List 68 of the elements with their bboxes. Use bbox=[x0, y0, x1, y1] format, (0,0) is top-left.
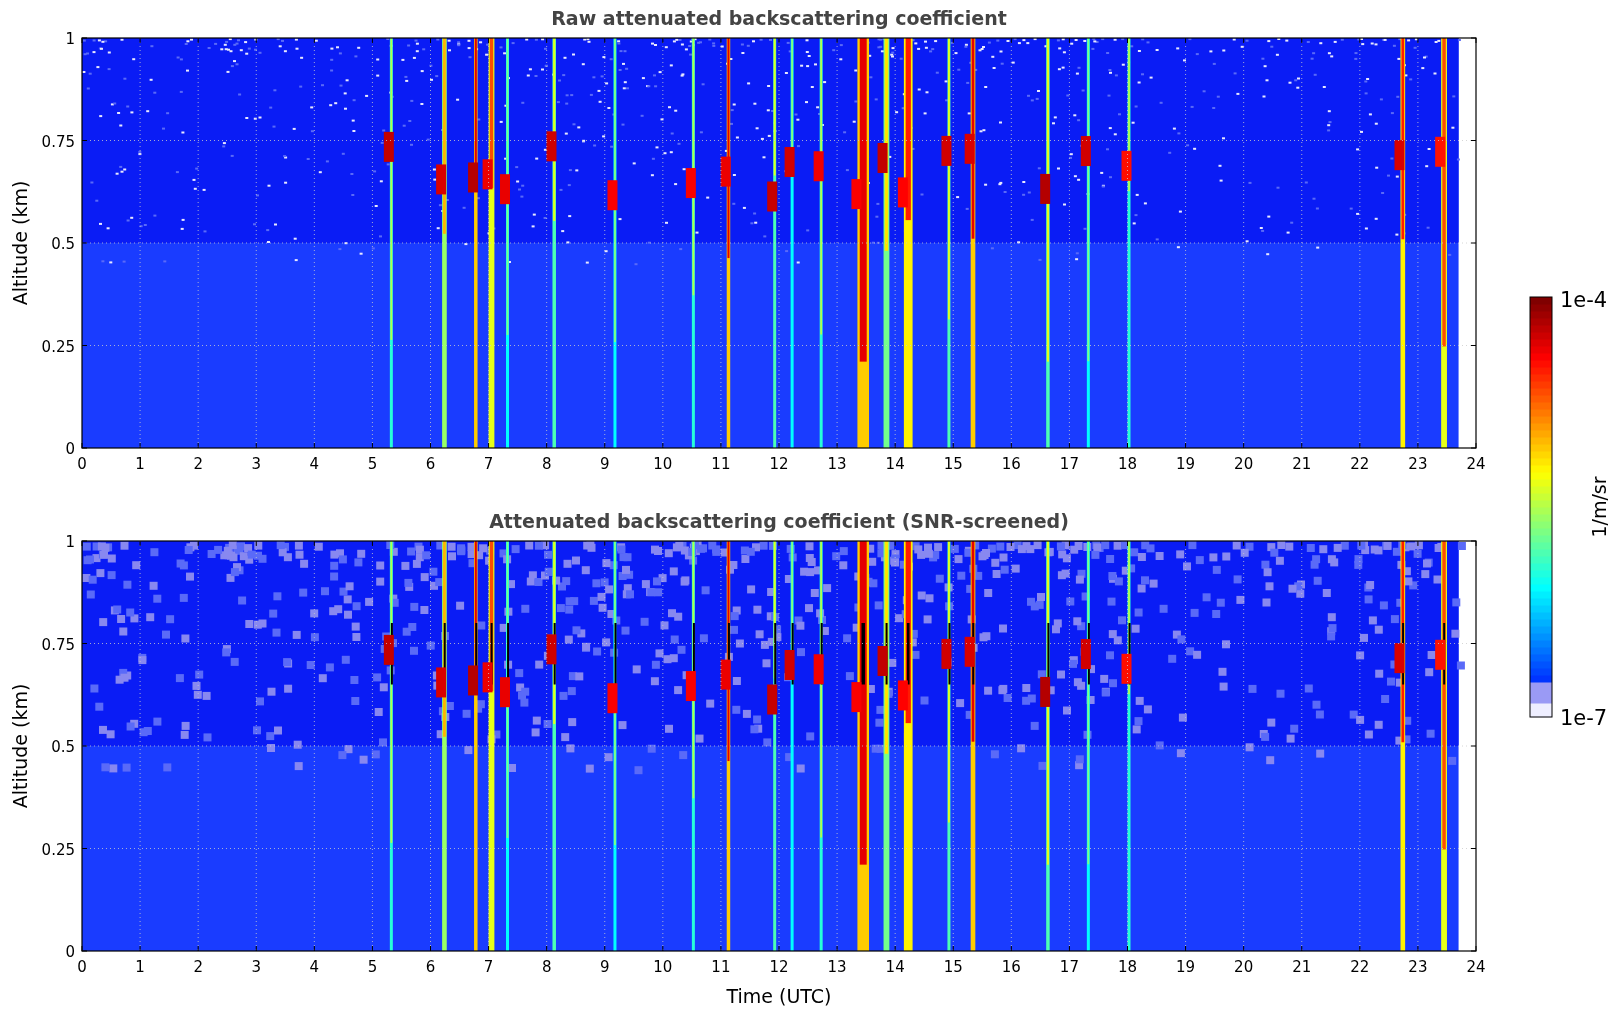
tick-label: 12 bbox=[769, 958, 789, 976]
plot-title: Raw attenuated backscattering coefficient bbox=[551, 7, 1007, 29]
tick-label: 22 bbox=[1350, 455, 1370, 473]
tick-label: 0.25 bbox=[41, 337, 75, 356]
tick-label: 0.75 bbox=[41, 132, 75, 151]
tick-label: 14 bbox=[885, 455, 905, 473]
tick-label: 0 bbox=[65, 440, 75, 458]
tick-label: 17 bbox=[1059, 455, 1079, 473]
tick-label: 1 bbox=[65, 30, 75, 48]
tick-label: 9 bbox=[600, 958, 610, 976]
tick-label: 6 bbox=[425, 455, 436, 473]
tick-label: 5 bbox=[367, 455, 378, 473]
colorbar-label: 1e-7 bbox=[1560, 706, 1608, 730]
tick-label: 5 bbox=[367, 958, 378, 976]
tick-label: 15 bbox=[943, 958, 963, 976]
tick-label: 8 bbox=[541, 455, 552, 473]
tick-label: 0 bbox=[77, 958, 87, 976]
tick-label: 24 bbox=[1466, 455, 1486, 473]
tick-label: 19 bbox=[1176, 958, 1196, 976]
tick-label: 24 bbox=[1466, 958, 1486, 976]
colorbar-label: 1e-4 bbox=[1560, 288, 1608, 312]
tick-label: 12 bbox=[769, 455, 789, 473]
tick-label: 11 bbox=[711, 958, 731, 976]
tick-label: 0.5 bbox=[51, 235, 75, 253]
tick-label: 21 bbox=[1292, 455, 1312, 473]
tick-label: 8 bbox=[541, 958, 552, 976]
tick-label: 1 bbox=[135, 958, 145, 976]
tick-label: 11 bbox=[711, 455, 731, 473]
tick-label: 10 bbox=[653, 958, 673, 976]
tick-label: 2 bbox=[193, 958, 203, 976]
tick-label: 4 bbox=[309, 958, 320, 976]
tick-label: 13 bbox=[827, 455, 847, 473]
tick-label: 2 bbox=[193, 455, 203, 473]
tick-label: 21 bbox=[1292, 958, 1312, 976]
tick-label: 16 bbox=[1001, 455, 1021, 473]
tick-label: 16 bbox=[1001, 958, 1021, 976]
tick-label: 0.25 bbox=[41, 840, 75, 859]
tick-label: 3 bbox=[251, 958, 261, 976]
plot-title: Attenuated backscattering coefficient (SNR-screened) bbox=[489, 510, 1069, 532]
tick-label: 19 bbox=[1176, 455, 1196, 473]
tick-label: 6 bbox=[425, 958, 436, 976]
tick-label: 0.75 bbox=[41, 635, 75, 654]
tick-label: 10 bbox=[653, 455, 673, 473]
colorbar-unit-label: 1/m/sr bbox=[1588, 476, 1610, 538]
tick-label: 0 bbox=[77, 455, 87, 473]
tick-label: 7 bbox=[483, 455, 494, 473]
tick-label: 20 bbox=[1234, 958, 1254, 976]
tick-label: 7 bbox=[483, 958, 494, 976]
tick-label: 15 bbox=[943, 455, 963, 473]
tick-label: 22 bbox=[1350, 958, 1370, 976]
tick-label: 9 bbox=[600, 455, 610, 473]
tick-label: 17 bbox=[1059, 958, 1079, 976]
tick-label: 23 bbox=[1408, 958, 1428, 976]
tick-label: 13 bbox=[827, 958, 847, 976]
tick-label: 1 bbox=[135, 455, 145, 473]
tick-label: 18 bbox=[1117, 958, 1138, 976]
tick-label: 3 bbox=[251, 455, 261, 473]
tick-label: 23 bbox=[1408, 455, 1428, 473]
axis-label: Altitude (km) bbox=[9, 180, 31, 306]
tick-label: 0 bbox=[65, 943, 75, 961]
tick-label: 20 bbox=[1234, 455, 1254, 473]
axis-label: Altitude (km) bbox=[9, 683, 31, 809]
tick-label: 0.5 bbox=[51, 738, 75, 756]
tick-label: 14 bbox=[885, 958, 905, 976]
tick-label: 18 bbox=[1117, 455, 1138, 473]
tick-label: 1 bbox=[65, 533, 75, 551]
tick-label: 4 bbox=[309, 455, 320, 473]
axis-label: Time (UTC) bbox=[726, 985, 832, 1007]
